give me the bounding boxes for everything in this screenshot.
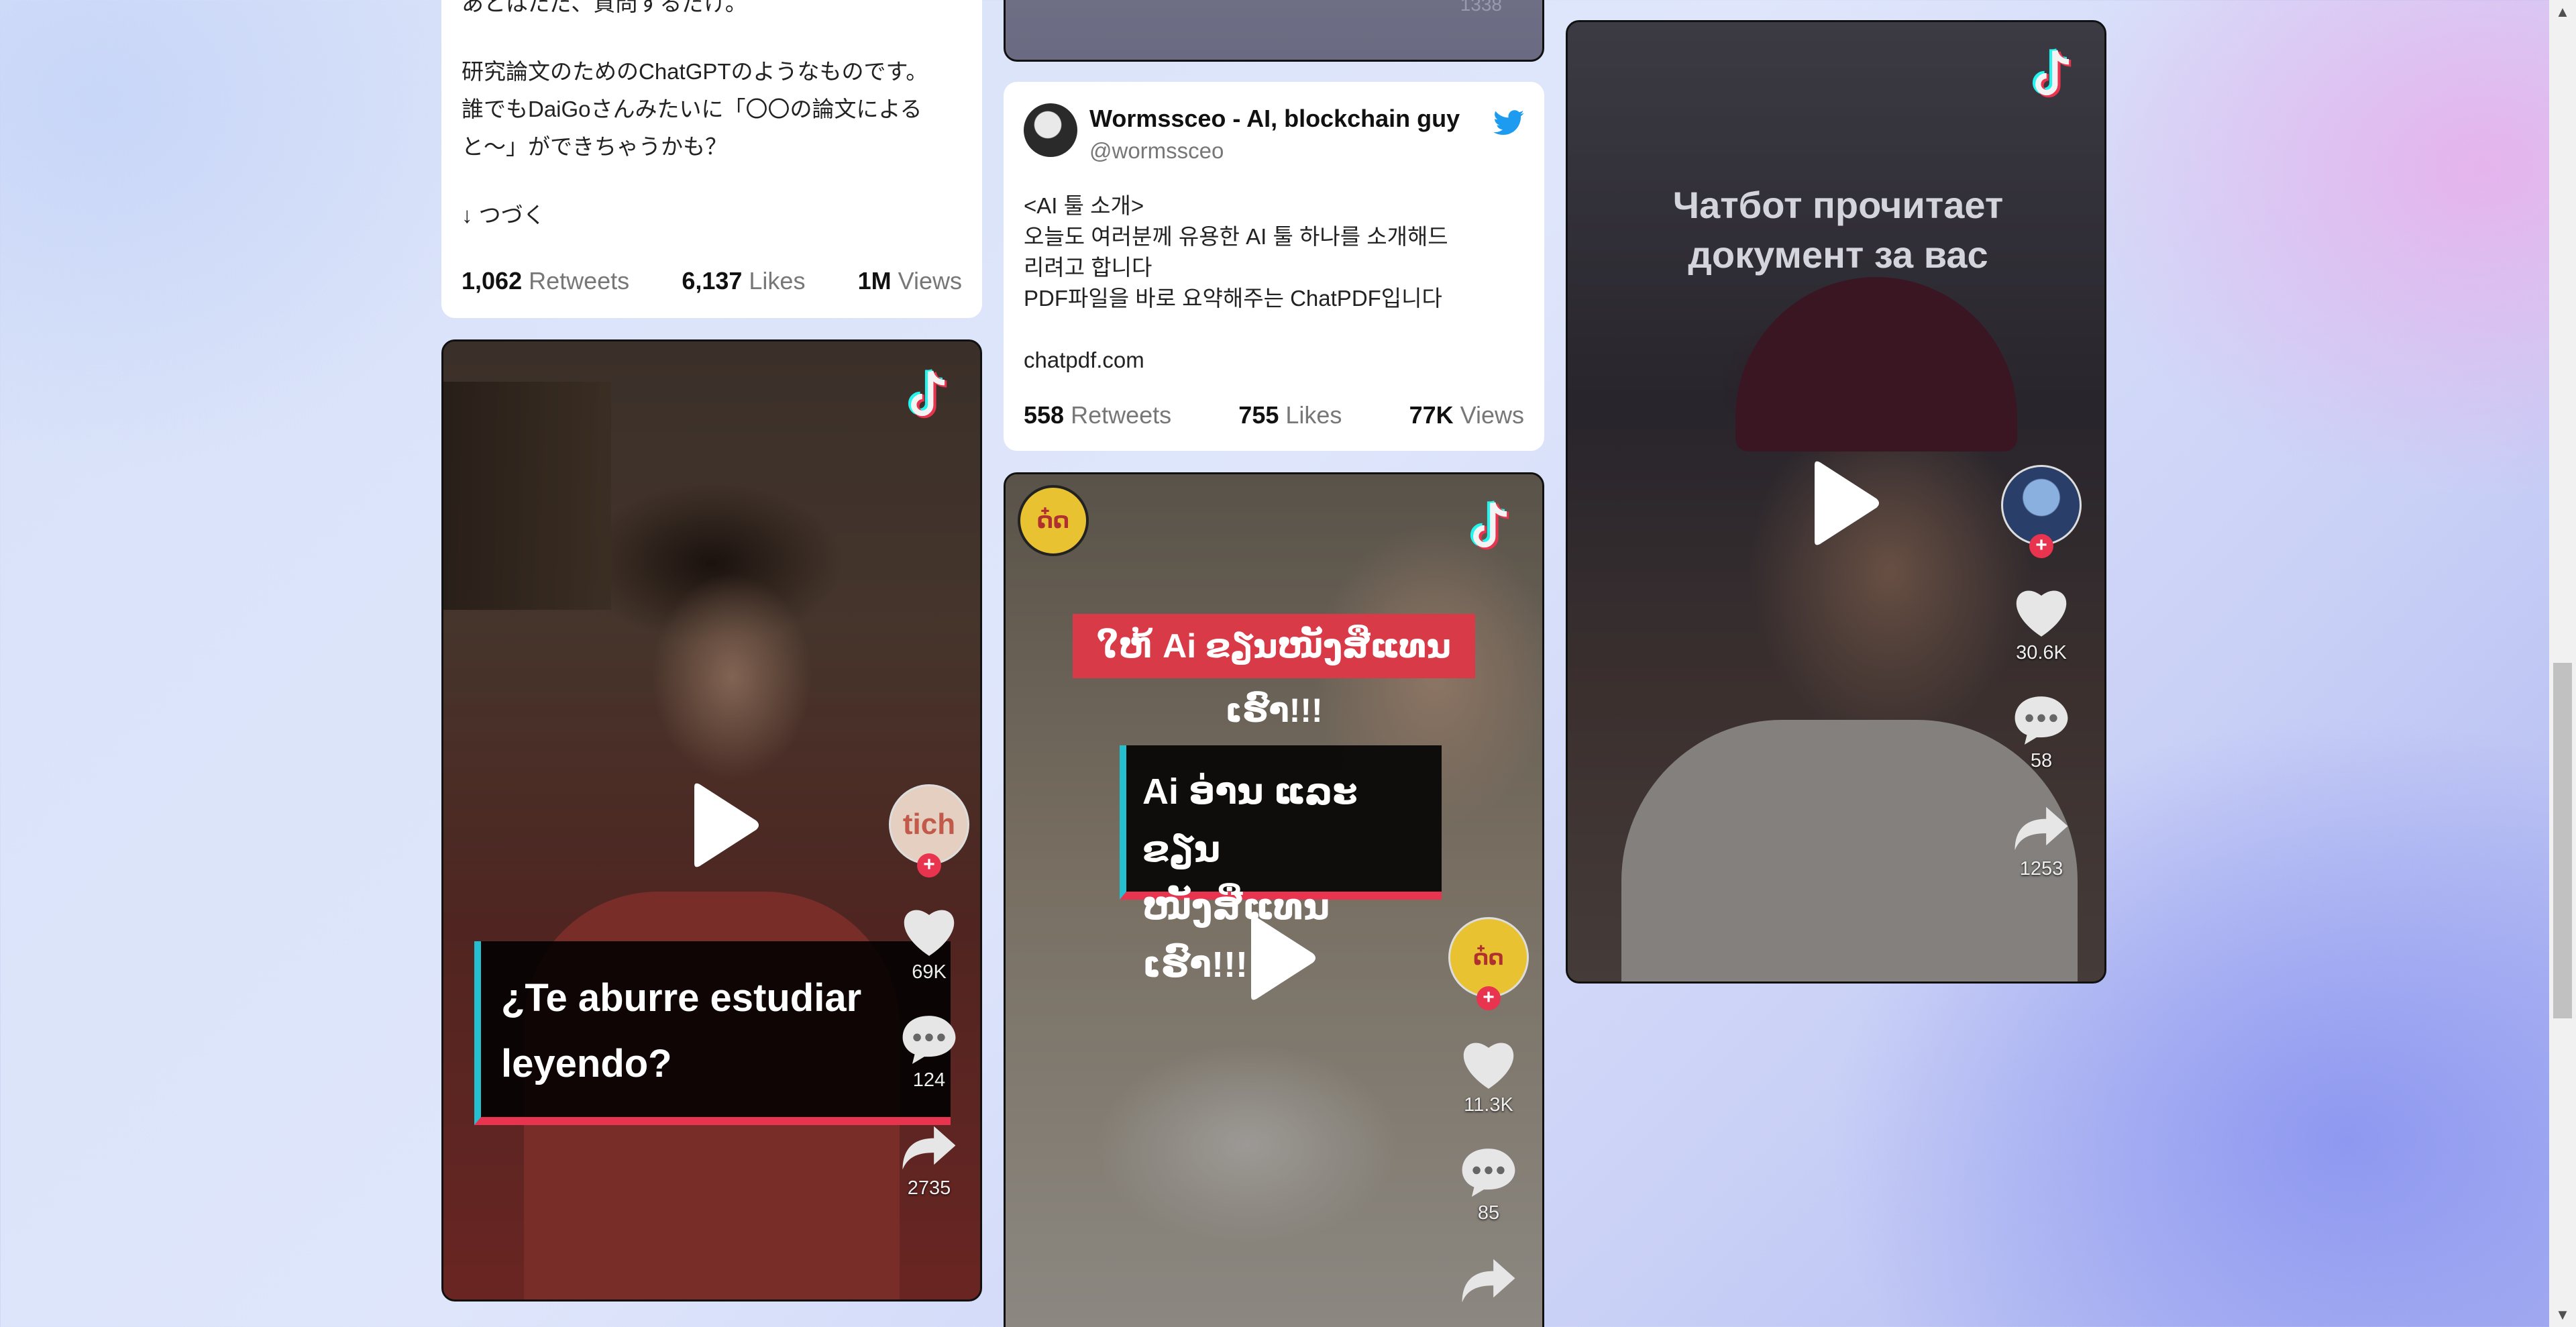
tiktok-logo-icon[interactable] <box>2017 42 2084 109</box>
comment-count: 58 <box>2030 750 2053 772</box>
author-name[interactable]: Wormssceo - AI, blockchain guy <box>1089 105 1460 133</box>
heart-icon[interactable] <box>1460 1038 1517 1092</box>
tweet-line: PDF파일을 바로 요약해주는 ChatPDF입니다 <box>1024 286 1442 311</box>
play-icon[interactable] <box>1808 460 1882 547</box>
video-banner: ໃຫ້ Ai ຂຽນໜັງສືແທນເຮົາ!!! <box>1073 614 1475 729</box>
tweet-line: <AI 툴 소개> <box>1024 193 1144 218</box>
tweet-card-jp[interactable]: あとはただ、質問するだけ。 研究論文のためのChatGPTのようなものです。 誰… <box>441 0 982 318</box>
like-count: 11.3K <box>1464 1094 1513 1116</box>
comment-icon[interactable] <box>2012 694 2070 747</box>
author-handle[interactable]: @wormssceo <box>1089 138 1224 164</box>
scroll-down-arrow-icon[interactable]: ▼ <box>2549 1303 2576 1327</box>
caption-line: документ за вас <box>1688 233 1988 276</box>
share-count: 2735 <box>907 1177 951 1199</box>
heart-icon[interactable] <box>2012 586 2070 639</box>
tweet-text: <AI 툴 소개> 오늘도 여러분께 유용한 AI 툴 하나를 소개해드 리려고… <box>1024 191 1534 376</box>
caption-line: leyendo? <box>501 1042 672 1085</box>
tweet-line: 리려고 합니다 <box>1024 255 1152 280</box>
tweet-link[interactable]: chatpdf.com <box>1024 345 1534 376</box>
partial-count: 1338 <box>1460 0 1502 15</box>
tweet-line <box>462 19 971 56</box>
video-card-partial[interactable]: 1338 <box>1004 0 1544 62</box>
video-caption: Чатбот прочитает документ за вас <box>1568 180 2104 280</box>
like-count[interactable]: 755 Likes <box>1238 401 1342 429</box>
tweet-line <box>1024 314 1534 345</box>
share-count: 1253 <box>2019 858 2063 880</box>
tweet-line: あとはただ、質問するだけ。 <box>462 0 747 15</box>
tweet-line <box>462 162 971 200</box>
follow-plus-icon[interactable]: + <box>1477 986 1501 1010</box>
comment-icon[interactable] <box>900 1013 958 1067</box>
scroll-up-arrow-icon[interactable]: ▲ <box>2549 0 2576 24</box>
tiktok-logo-icon[interactable] <box>1455 494 1522 562</box>
author-avatar[interactable] <box>1024 103 1077 157</box>
retweet-count[interactable]: 1,062 Retweets <box>462 267 629 295</box>
tweet-line: 오늘도 여러분께 유용한 AI 툴 하나를 소개해드 <box>1024 224 1448 249</box>
play-icon[interactable] <box>1244 914 1318 1002</box>
view-count: 1M Views <box>857 267 962 295</box>
tweet-card-kr[interactable]: Wormssceo - AI, blockchain guy @wormssce… <box>1004 82 1544 451</box>
like-count[interactable]: 6,137 Likes <box>682 267 805 295</box>
video-caption: ¿Te aburre estudiar leyendo? <box>474 941 951 1125</box>
play-icon[interactable] <box>688 782 761 869</box>
tweet-line: ↓ つづく <box>462 203 545 227</box>
video-actions: tich + 69K 124 2735 <box>889 784 969 1229</box>
caption-line: ¿Te aburre estudiar <box>501 976 862 1020</box>
tweet-stats: 558 Retweets 755 Likes 77K Views <box>1024 401 1524 429</box>
tiktok-logo-icon[interactable] <box>893 363 960 430</box>
video-card-lao[interactable]: ດ໋ດ ໃຫ້ Ai ຂຽນໜັງສືແທນເຮົາ!!! Ai ອ່ານ ແລ… <box>1004 472 1544 1327</box>
tweet-line: と〜」ができちゃうかも？ <box>462 134 727 159</box>
caption-line: Ai ອ່ານ ແລະ ຂຽນ <box>1142 772 1358 869</box>
video-caption: Ai ອ່ານ ແລະ ຂຽນ ໜັງສືແທນເຮົາ!!! <box>1120 745 1442 985</box>
follow-plus-icon[interactable]: + <box>2029 534 2053 558</box>
retweet-count[interactable]: 558 Retweets <box>1024 401 1171 429</box>
creator-avatar[interactable]: tich + <box>889 784 969 878</box>
tweet-text: あとはただ、質問するだけ。 研究論文のためのChatGPTのようなものです。 誰… <box>462 0 971 231</box>
scroll-thumb[interactable] <box>2553 663 2572 1018</box>
follow-plus-icon[interactable]: + <box>917 853 941 878</box>
twitter-bird-icon[interactable] <box>1493 110 1524 136</box>
creator-avatar[interactable]: ດ໋ດ + <box>1448 917 1529 1010</box>
video-card-ru[interactable]: Чатбот прочитает документ за вас + 30.6K… <box>1566 20 2106 984</box>
tweet-line: 誰でもDaiGoさんみたいに「〇〇の論文による <box>462 97 922 121</box>
like-count: 69K <box>912 961 947 983</box>
video-card-es[interactable]: ¿Te aburre estudiar leyendo? tich + 69K … <box>441 339 982 1302</box>
caption-line: Чатбот прочитает <box>1672 184 2004 226</box>
comment-count: 85 <box>1477 1202 1500 1224</box>
video-actions: + 30.6K 58 1253 <box>2001 465 2082 910</box>
comment-count: 124 <box>912 1069 946 1091</box>
tweet-stats: 1,062 Retweets 6,137 Likes 1M Views <box>462 267 962 295</box>
comment-icon[interactable] <box>1460 1146 1517 1200</box>
creator-avatar[interactable]: + <box>2001 465 2082 558</box>
tweet-line: 研究論文のためのChatGPTのようなものです。 <box>462 59 928 84</box>
creator-logo[interactable]: ດ໋ດ <box>1018 485 1089 556</box>
share-icon[interactable] <box>2012 802 2070 855</box>
like-count: 30.6K <box>2016 642 2067 664</box>
heart-icon[interactable] <box>900 905 958 959</box>
share-icon[interactable] <box>1460 1254 1517 1308</box>
view-count: 77K Views <box>1409 401 1524 429</box>
share-icon[interactable] <box>900 1121 958 1175</box>
video-actions: ດ໋ດ + 11.3K 85 <box>1448 917 1529 1308</box>
page-scrollbar[interactable]: ▲ ▼ <box>2549 0 2576 1327</box>
